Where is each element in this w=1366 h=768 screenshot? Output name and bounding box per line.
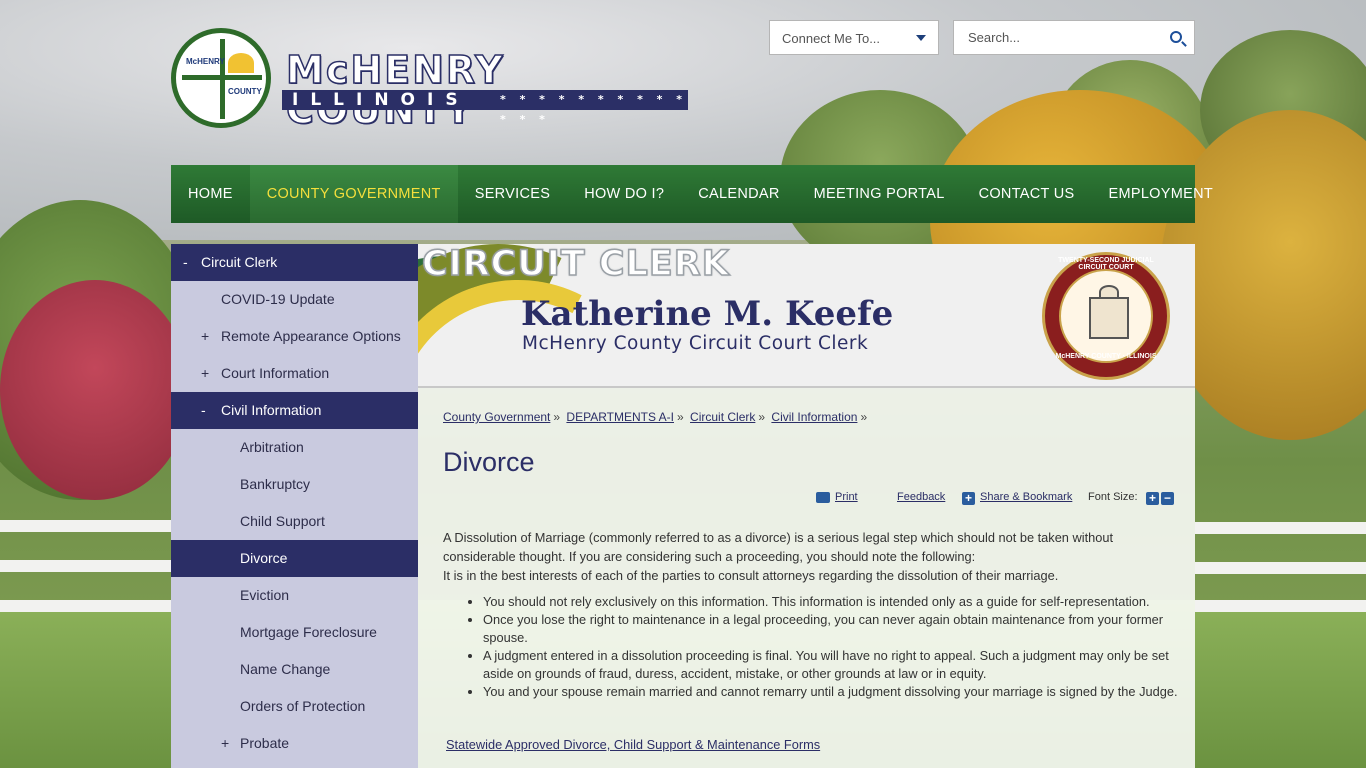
feedback-link[interactable]: Feedback: [897, 491, 945, 503]
sidebar-item-label: Orders of Protection: [240, 698, 366, 714]
sidebar-item-label: Civil Information: [221, 402, 322, 418]
nav-employment[interactable]: EMPLOYMENT: [1092, 165, 1231, 223]
sidebar-item-mortgage-foreclosure[interactable]: Mortgage Foreclosure: [171, 614, 418, 651]
intro-paragraph: A Dissolution of Marriage (commonly refe…: [443, 530, 1114, 564]
sidebar-item-divorce[interactable]: Divorce: [171, 540, 418, 577]
page-tools: Print Feedback + Share & Bookmark Font S…: [816, 490, 1176, 506]
list-item: Once you lose the right to maintenance i…: [483, 611, 1183, 647]
banner-title: CIRCUIT CLERK: [421, 244, 730, 285]
share-icon[interactable]: +: [962, 492, 975, 505]
printer-icon[interactable]: [816, 492, 830, 503]
font-increase-icon[interactable]: +: [1146, 492, 1159, 505]
sidebar: - Circuit Clerk COVID-19 Update + Remote…: [171, 244, 418, 768]
connect-me-to-dropdown[interactable]: Connect Me To...: [769, 20, 939, 55]
nav-services[interactable]: SERVICES: [458, 165, 567, 223]
forms-link[interactable]: Statewide Approved Divorce, Child Suppor…: [446, 737, 820, 752]
county-seal-icon: McHENRY COUNTY: [171, 28, 271, 128]
breadcrumb-link[interactable]: County Government: [443, 410, 550, 424]
sidebar-item-label: Mortgage Foreclosure: [240, 624, 377, 640]
sidebar-item-label: COVID-19 Update: [221, 291, 335, 307]
chevron-down-icon: [916, 35, 926, 41]
print-link[interactable]: Print: [835, 491, 858, 503]
nav-calendar[interactable]: CALENDAR: [681, 165, 796, 223]
main-nav: HOME COUNTY GOVERNMENT SERVICES HOW DO I…: [171, 165, 1213, 223]
list-item: You should not rely exclusively on this …: [483, 593, 1183, 611]
breadcrumb-link[interactable]: Civil Information: [771, 410, 857, 424]
notice-list: You should not rely exclusively on this …: [443, 593, 1183, 701]
sidebar-item-label: Child Support: [240, 513, 325, 529]
share-bookmark-link[interactable]: Share & Bookmark: [980, 491, 1072, 503]
collapse-icon[interactable]: -: [201, 392, 206, 429]
sidebar-item-label: Remote Appearance Options: [221, 328, 401, 344]
sidebar-item-label: Circuit Clerk: [201, 254, 278, 270]
expand-icon[interactable]: +: [201, 318, 209, 355]
sidebar-item-label: Arbitration: [240, 439, 304, 455]
sidebar-item-arbitration[interactable]: Arbitration: [171, 429, 418, 466]
search-icon[interactable]: [1170, 31, 1182, 43]
search-box: [953, 20, 1195, 55]
font-decrease-icon[interactable]: −: [1161, 492, 1174, 505]
clerk-name: Katherine M. Keefe: [521, 294, 894, 334]
sidebar-item-eviction[interactable]: Eviction: [171, 577, 418, 614]
sidebar-item-label: Eviction: [240, 587, 290, 603]
sidebar-item-label: Bankruptcy: [240, 476, 311, 492]
nav-contact-us[interactable]: CONTACT US: [962, 165, 1092, 223]
sidebar-item-label: Court Information: [221, 365, 330, 381]
sidebar-item-covid-19-update[interactable]: COVID-19 Update: [171, 281, 418, 318]
sidebar-item-civil-information[interactable]: - Civil Information: [171, 392, 418, 429]
intro-paragraph-2: It is in the best interests of each of t…: [443, 568, 1059, 583]
nav-meeting-portal[interactable]: MEETING PORTAL: [797, 165, 962, 223]
sidebar-item-bankruptcy[interactable]: Bankruptcy: [171, 466, 418, 503]
sidebar-item-label: Name Change: [240, 661, 331, 677]
sidebar-item-name-change[interactable]: Name Change: [171, 651, 418, 688]
list-item: You and your spouse remain married and c…: [483, 683, 1183, 701]
main-content: CIRCUIT CLERK Katherine M. Keefe McHenry…: [418, 244, 1195, 768]
state-banner: ILLINOIS * * * * * * * * * * * * *: [282, 90, 688, 126]
sidebar-item-child-support[interactable]: Child Support: [171, 503, 418, 540]
circuit-court-seal-icon: TWENTY-SECOND JUDICIAL CIRCUIT COURT McH…: [1042, 252, 1170, 380]
expand-icon[interactable]: +: [201, 355, 209, 392]
article-body: A Dissolution of Marriage (commonly refe…: [443, 528, 1183, 701]
county-logo[interactable]: McHENRY COUNTY McHENRY COUNTY ILLINOIS *…: [171, 28, 691, 131]
sidebar-item-probate[interactable]: + Probate: [171, 725, 418, 762]
breadcrumb-link[interactable]: DEPARTMENTS A-I: [566, 410, 674, 424]
expand-icon[interactable]: +: [221, 725, 229, 762]
page-title: Divorce: [443, 447, 535, 477]
clerk-subtitle: McHenry County Circuit Court Clerk: [522, 333, 869, 354]
sidebar-item-label: Divorce: [240, 550, 288, 566]
department-banner: CIRCUIT CLERK Katherine M. Keefe McHenry…: [418, 244, 1195, 388]
list-item: A judgment entered in a dissolution proc…: [483, 647, 1183, 683]
nav-home[interactable]: HOME: [171, 165, 250, 223]
search-input[interactable]: [954, 21, 1154, 54]
sidebar-item-court-information[interactable]: + Court Information: [171, 355, 418, 392]
nav-county-government[interactable]: COUNTY GOVERNMENT: [249, 165, 458, 223]
sidebar-item-circuit-clerk[interactable]: - Circuit Clerk: [171, 244, 418, 281]
sidebar-item-orders-of-protection[interactable]: Orders of Protection: [171, 688, 418, 725]
breadcrumb: County Government» DEPARTMENTS A-I» Circ…: [443, 410, 868, 424]
breadcrumb-link[interactable]: Circuit Clerk: [690, 410, 755, 424]
connect-me-to-label: Connect Me To...: [782, 31, 881, 46]
sidebar-item-remote-appearance-options[interactable]: + Remote Appearance Options: [171, 318, 418, 355]
nav-how-do-i[interactable]: HOW DO I?: [567, 165, 681, 223]
sidebar-item-label: Probate: [240, 735, 290, 751]
font-size-label: Font Size:: [1088, 491, 1138, 503]
collapse-icon[interactable]: -: [183, 244, 188, 281]
